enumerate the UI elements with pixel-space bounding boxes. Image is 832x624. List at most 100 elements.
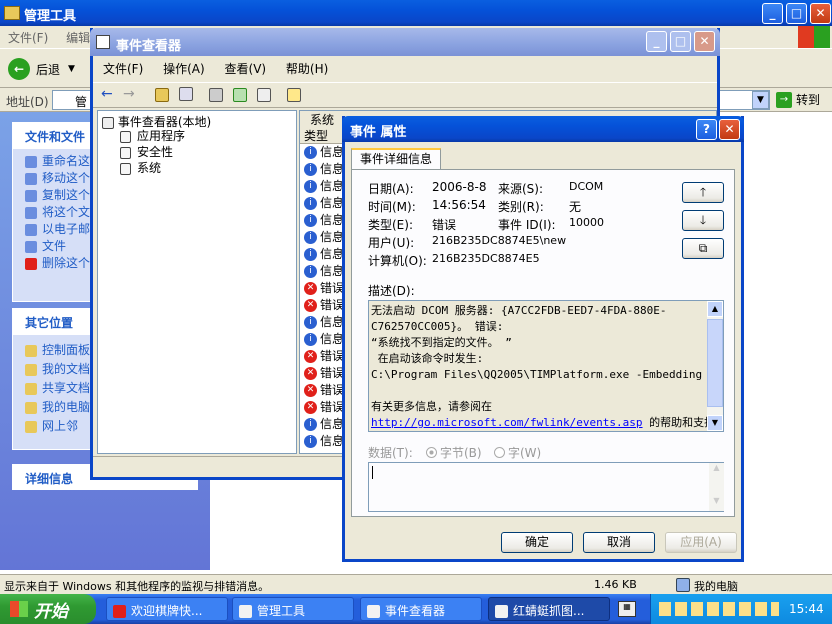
taskbar-task-button[interactable]: 红蜻蜓抓图... <box>488 597 610 621</box>
ev-forward-icon[interactable]: → <box>123 86 135 102</box>
back-arrow-icon: ← <box>8 58 30 80</box>
ev-minimize-button[interactable]: _ <box>646 31 667 52</box>
event-type: 错误 <box>320 383 345 397</box>
task-icon <box>25 189 37 202</box>
copy-icon: ⧉ <box>698 241 708 255</box>
taskbar-task-button[interactable]: 管理工具 <box>232 597 354 621</box>
ev-menu-view[interactable]: 查看(V) <box>225 62 267 76</box>
tree-item[interactable]: 系统 <box>120 160 296 176</box>
tree-root[interactable]: 事件查看器(本地) <box>98 111 296 129</box>
dialog-titlebar[interactable]: 事件 属性 ? ✕ <box>342 116 744 142</box>
scroll-up-button[interactable]: ▲ <box>707 301 723 317</box>
tree-item[interactable]: 安全性 <box>120 144 296 160</box>
dialog-close-button[interactable]: ✕ <box>719 119 740 140</box>
admin-tools-titlebar[interactable]: 管理工具 _ □ ✕ <box>0 0 832 26</box>
ev-menu-file[interactable]: 文件(F) <box>103 62 143 76</box>
refresh-icon[interactable] <box>233 88 247 102</box>
event-viewer-toolbar: ← → <box>93 82 717 108</box>
menu-edit[interactable]: 编辑 <box>66 31 90 45</box>
event-type: 信息 <box>320 179 345 193</box>
field-user-value: 216B235DC8874E5\new <box>432 234 567 247</box>
data-scroll-down[interactable]: ▼ <box>709 496 724 511</box>
description-box[interactable]: 无法启动 DCOM 服务器: {A7CC2FDB-EED7-4FDA-880E-… <box>368 300 724 432</box>
task-icon <box>25 240 37 253</box>
ev-close-button[interactable]: ✕ <box>694 31 715 52</box>
ev-back-icon[interactable]: ← <box>101 86 113 102</box>
scroll-thumb[interactable] <box>707 319 723 407</box>
properties-icon[interactable] <box>209 88 223 102</box>
description-line: 有关更多信息，请参阅在 <box>371 400 492 413</box>
help-link[interactable]: http://go.microsoft.com/fwlink/events.as… <box>371 416 643 429</box>
task-app-icon <box>495 605 508 618</box>
data-scroll-up[interactable]: ▲ <box>709 463 724 478</box>
radio-bytes[interactable]: 字节(B) <box>426 444 482 461</box>
event-type: 信息 <box>320 196 345 210</box>
scroll-down-button[interactable]: ▼ <box>707 415 723 431</box>
file-task-label: 重命名这 <box>42 154 91 168</box>
help-icon[interactable] <box>287 88 301 102</box>
go-button[interactable]: → 转到 <box>776 91 820 108</box>
ok-button[interactable]: 确定 <box>501 532 573 553</box>
tree-root-label: 事件查看器(本地) <box>117 115 212 129</box>
ev-maximize-button[interactable]: □ <box>670 31 691 52</box>
show-tree-icon[interactable] <box>179 87 193 101</box>
info-icon: i <box>304 265 317 278</box>
event-type: 信息 <box>320 247 345 261</box>
taskbar-task-button[interactable]: 欢迎棋牌快... <box>106 597 228 621</box>
address-dropdown-button[interactable]: ▼ <box>752 91 769 109</box>
event-type: 信息 <box>320 315 345 329</box>
field-type-label: 类型(E): <box>368 218 413 232</box>
taskbar-task-button[interactable]: 事件查看器 <box>360 597 482 621</box>
apply-button[interactable]: 应用(A) <box>665 532 737 553</box>
clock[interactable]: 15:44 <box>789 602 824 616</box>
field-category-value: 无 <box>569 200 582 214</box>
event-type: 信息 <box>320 230 345 244</box>
dialog-help-button[interactable]: ? <box>696 119 717 140</box>
tree-item[interactable]: 应用程序 <box>120 128 296 144</box>
data-box[interactable]: ▲ ▼ <box>368 462 724 512</box>
maximize-button[interactable]: □ <box>786 3 807 24</box>
place-icon <box>25 420 37 433</box>
event-type: 信息 <box>320 264 345 278</box>
up-folder-icon[interactable] <box>155 88 169 102</box>
export-list-icon[interactable] <box>257 88 271 102</box>
next-event-button[interactable]: 🡓 <box>682 210 724 231</box>
copy-button[interactable]: ⧉ <box>682 238 724 259</box>
back-button[interactable]: ← 后退 ▼ <box>8 58 75 80</box>
radio-words[interactable]: 字(W) <box>494 444 541 461</box>
quick-launch-tray-left[interactable]: ▦ <box>618 601 636 617</box>
status-text: 显示来自于 Windows 和其他程序的监视与排错消息。 <box>4 580 270 593</box>
ev-menu-help[interactable]: 帮助(H) <box>286 62 328 76</box>
column-type[interactable]: 类型 <box>304 129 328 143</box>
file-task-label: 文件 <box>42 239 67 253</box>
tab-label: 事件详细信息 <box>359 152 432 166</box>
other-place-label: 我的电脑 <box>42 400 91 414</box>
start-button[interactable]: 开始 <box>0 594 96 624</box>
taskbar: 开始 欢迎棋牌快... 管理工具 事件查看器 红蜻蜓抓图... ▦ 15:44 <box>0 594 832 624</box>
previous-event-button[interactable]: 🡑 <box>682 182 724 203</box>
event-viewer-node-icon <box>102 116 114 129</box>
event-viewer-titlebar[interactable]: 事件查看器 _ □ ✕ <box>90 28 720 56</box>
description-scrollbar[interactable]: ▲ ▼ <box>707 301 723 431</box>
field-source-label: 来源(S): <box>498 182 544 196</box>
task-icon <box>25 206 37 219</box>
data-scrollbar[interactable]: ▲ ▼ <box>709 463 724 511</box>
tray-icons[interactable] <box>659 602 779 616</box>
task-app-icon <box>367 605 380 618</box>
minimize-button[interactable]: _ <box>762 3 783 24</box>
place-icon <box>25 382 37 395</box>
close-button[interactable]: ✕ <box>810 3 831 24</box>
error-icon: ✕ <box>304 401 317 414</box>
event-viewer-title: 事件查看器 <box>116 39 182 54</box>
info-icon: i <box>304 163 317 176</box>
info-icon: i <box>304 146 317 159</box>
error-icon: ✕ <box>304 350 317 363</box>
status-location: 我的电脑 <box>694 580 738 593</box>
event-type: 错误 <box>320 349 345 363</box>
ev-menu-action[interactable]: 操作(A) <box>163 62 205 76</box>
tab-event-details[interactable]: 事件详细信息 <box>351 148 441 170</box>
menu-file[interactable]: 文件(F) <box>8 31 48 45</box>
text-cursor <box>372 466 373 479</box>
cancel-button[interactable]: 取消 <box>583 532 655 553</box>
description-line: 无法启动 DCOM 服务器: {A7CC2FDB-EED7-4FDA-880E- <box>371 304 667 317</box>
